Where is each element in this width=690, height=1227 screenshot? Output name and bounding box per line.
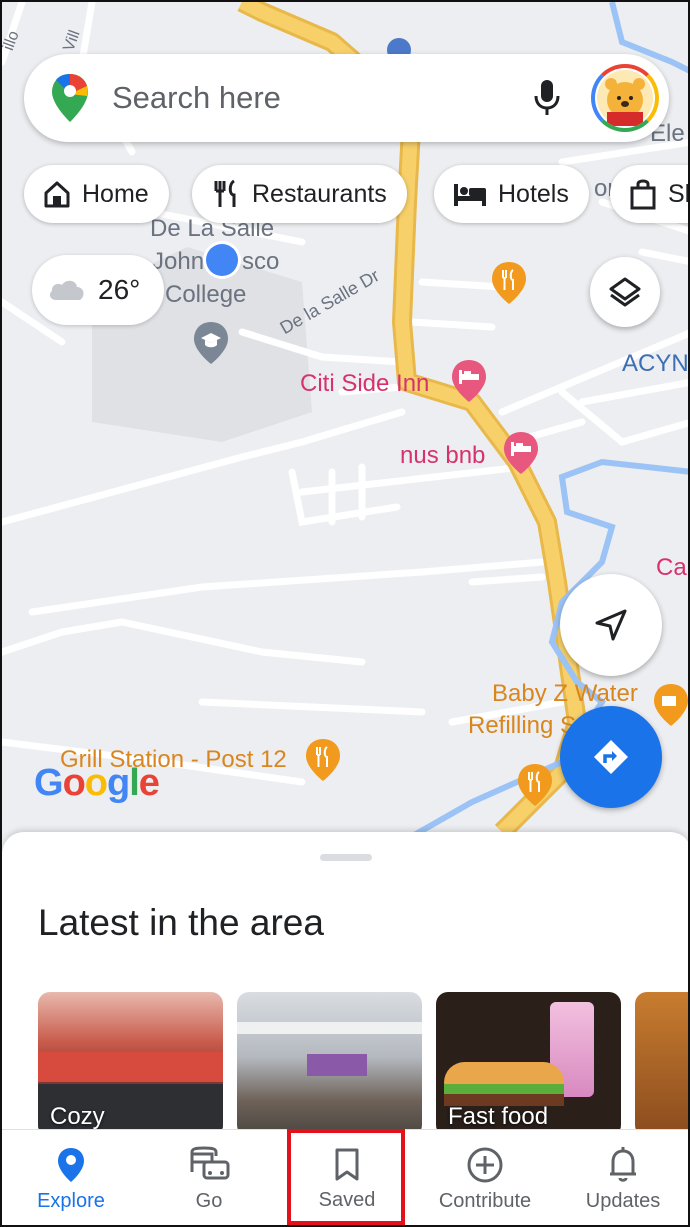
nav-label: Saved: [318, 1189, 376, 1211]
navigation-arrow-icon: [595, 609, 627, 641]
card-label: Cozy: [50, 1103, 105, 1130]
nav-label: Contribute: [438, 1190, 532, 1212]
area-card[interactable]: Fast food: [436, 992, 621, 1132]
profile-picture: [597, 70, 653, 126]
chip-shopping[interactable]: Sh: [610, 165, 688, 223]
maps-logo-icon: [52, 74, 88, 122]
card-image: [444, 1084, 564, 1094]
chip-label: Restaurants: [252, 179, 387, 208]
card-image: [237, 1022, 422, 1034]
layers-icon: [609, 277, 641, 307]
search-bar[interactable]: Search here: [24, 54, 669, 142]
map-label-restaurant[interactable]: Baby Z Water: [492, 680, 638, 708]
explore-pin-icon: [58, 1148, 84, 1182]
bottom-sheet[interactable]: Latest in the area Cozy Fast food: [2, 832, 688, 1132]
search-input[interactable]: Search here: [112, 80, 531, 116]
nav-label: Go: [195, 1190, 223, 1212]
weather-temperature: 26°: [98, 274, 141, 305]
layers-button[interactable]: [590, 257, 660, 327]
hotel-pin-icon[interactable]: [450, 358, 488, 404]
card-image: [444, 1062, 564, 1086]
chip-home[interactable]: Home: [24, 165, 169, 223]
card-label: Fast food: [448, 1103, 549, 1130]
area-card[interactable]: [237, 992, 422, 1132]
map-label-restaurant[interactable]: Refilling S: [468, 712, 576, 740]
chip-hotels[interactable]: Hotels: [434, 165, 589, 223]
home-icon: [44, 181, 70, 208]
map-label-hotel[interactable]: Citi Side Inn: [300, 370, 429, 398]
commute-icon: [190, 1146, 230, 1180]
bookmark-icon: [335, 1148, 359, 1181]
restaurant-icon: [214, 179, 236, 207]
directions-icon: [594, 740, 628, 774]
nav-label: Explore: [37, 1190, 105, 1212]
my-location-button[interactable]: [560, 574, 662, 676]
shopping-bag-icon: [630, 179, 656, 210]
chip-label: Sh: [668, 179, 688, 208]
directions-button[interactable]: [560, 706, 662, 808]
area-card[interactable]: Cozy: [38, 992, 223, 1132]
card-image: [38, 1052, 223, 1082]
drag-handle[interactable]: [320, 854, 372, 861]
cafe-pin-icon[interactable]: [652, 682, 690, 728]
map-label-college: sco: [242, 248, 280, 275]
hotel-icon: [454, 184, 486, 206]
cloud-icon: [49, 280, 84, 300]
bottom-navigation: Explore Go Saved Contribute Updates: [2, 1129, 688, 1225]
weather-badge[interactable]: 26°: [32, 255, 164, 325]
card-image: [307, 1054, 367, 1076]
nav-saved[interactable]: Saved: [278, 1130, 416, 1225]
map-label-place: Ca: [656, 554, 687, 581]
map-label-college: John: [152, 248, 205, 275]
nav-explore[interactable]: Explore: [2, 1130, 140, 1225]
google-logo: Google: [34, 762, 160, 804]
avatar[interactable]: [591, 64, 659, 132]
chip-label: Home: [82, 179, 149, 208]
restaurant-pin-icon[interactable]: [304, 737, 342, 783]
current-location-dot: [206, 244, 238, 276]
area-card[interactable]: [635, 992, 688, 1132]
restaurant-pin-icon[interactable]: [490, 260, 528, 306]
map-label-place: ACYN: [622, 350, 689, 377]
add-circle-icon: [467, 1147, 503, 1183]
restaurant-pin-icon[interactable]: [516, 762, 554, 808]
nav-contribute[interactable]: Contribute: [416, 1130, 554, 1225]
nav-label: Updates: [585, 1190, 661, 1212]
school-pin-icon[interactable]: [192, 320, 230, 366]
bell-icon: [610, 1147, 636, 1182]
nav-updates[interactable]: Updates: [554, 1130, 688, 1225]
chip-label: Hotels: [498, 179, 569, 208]
microphone-icon[interactable]: [531, 78, 563, 118]
chip-restaurants[interactable]: Restaurants: [192, 165, 407, 223]
hotel-pin-icon[interactable]: [502, 430, 540, 476]
map-label-hotel[interactable]: nus bnb: [400, 442, 485, 470]
section-title: Latest in the area: [38, 902, 324, 943]
map-label-college: College: [165, 281, 247, 308]
nav-go[interactable]: Go: [140, 1130, 278, 1225]
app-screen: De La Salle John sco College De la Salle…: [0, 0, 690, 1227]
